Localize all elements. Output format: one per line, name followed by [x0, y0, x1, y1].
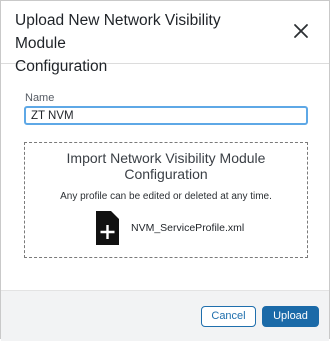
cancel-button[interactable]: Cancel [201, 306, 256, 327]
dropzone-title: Import Network Visibility Module Configu… [25, 150, 307, 182]
close-button[interactable] [293, 23, 309, 39]
dialog-title-line1: Upload New Network Visibility Module [15, 12, 221, 52]
name-input[interactable] [24, 106, 308, 125]
file-add-icon [96, 211, 119, 245]
dropzone-title-line1: Import Network Visibility Module [66, 150, 266, 166]
upload-nvm-dialog: Upload New Network Visibility Module Con… [0, 0, 330, 341]
file-dropzone[interactable]: Import Network Visibility Module Configu… [24, 142, 308, 258]
selected-file-name: NVM_ServiceProfile.xml [131, 222, 245, 234]
name-label: Name [25, 92, 55, 104]
dialog-footer: Cancel Upload [1, 290, 329, 341]
dialog-header: Upload New Network Visibility Module Con… [1, 1, 329, 75]
close-icon [294, 24, 308, 38]
upload-button[interactable]: Upload [262, 306, 319, 327]
dropzone-title-line2: Configuration [124, 166, 208, 182]
dropzone-subtitle: Any profile can be edited or deleted at … [60, 191, 272, 202]
dialog-body: Name Import Network Visibility Module Co… [1, 64, 329, 288]
